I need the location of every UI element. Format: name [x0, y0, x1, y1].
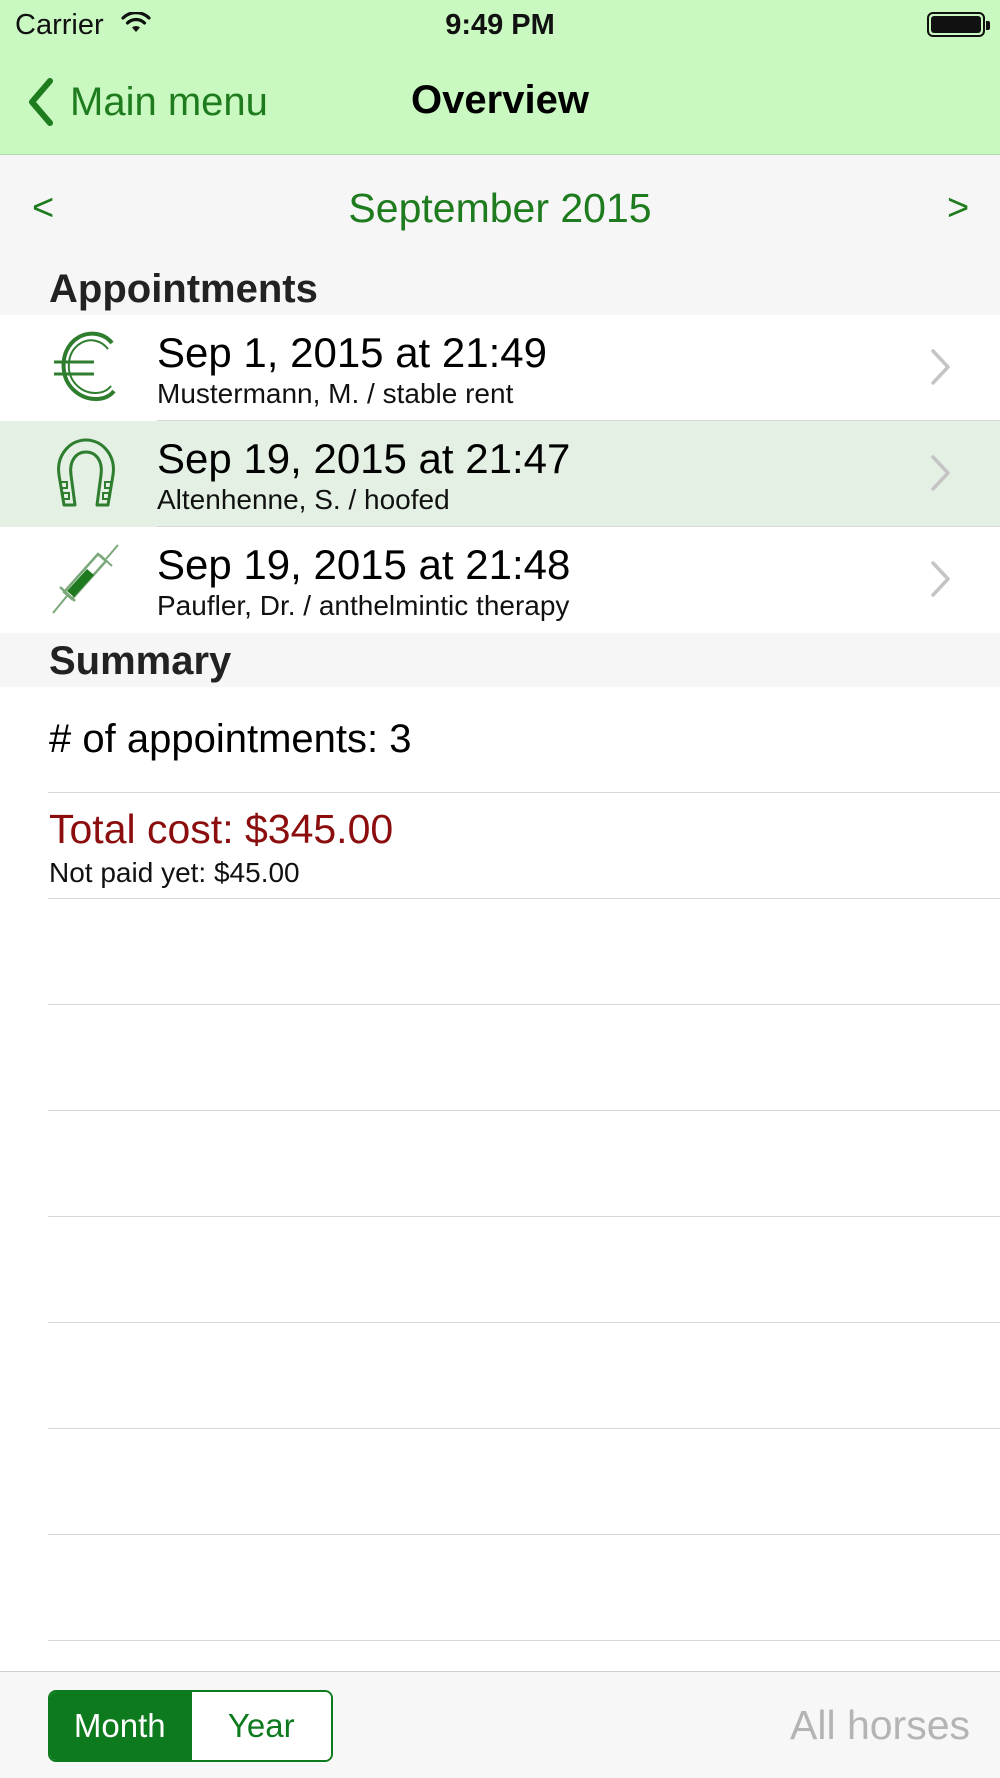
empty-row-divider	[48, 1322, 1000, 1323]
segment-month[interactable]: Month	[50, 1692, 190, 1760]
appointment-subtitle: Mustermann, M. / stable rent	[157, 378, 514, 409]
empty-row-divider	[48, 1640, 1000, 1641]
appointments-header-label: Appointments	[49, 267, 318, 311]
empty-row-divider	[48, 1428, 1000, 1429]
appointment-title: Sep 19, 2015 at 21:47	[157, 435, 571, 482]
empty-row-divider	[48, 1216, 1000, 1217]
top-bar: Carrier 9:49 PM Main menu Overview	[0, 0, 1000, 155]
appointment-row[interactable]: Sep 19, 2015 at 21:48 Paufler, Dr. / ant…	[0, 527, 1000, 633]
empty-row-divider	[48, 1004, 1000, 1005]
navigation-bar: Main menu Overview	[0, 50, 1000, 154]
segment-year[interactable]: Year	[189, 1692, 331, 1760]
current-month-label: September 2015	[348, 185, 652, 231]
bottom-toolbar: Month Year All horses	[0, 1671, 1000, 1778]
status-bar: Carrier 9:49 PM	[0, 0, 1000, 50]
empty-row-divider	[48, 1534, 1000, 1535]
horseshoe-icon	[57, 438, 115, 507]
month-selector: < September 2015 >	[0, 155, 1000, 261]
disclosure-chevron-icon	[931, 561, 950, 597]
disclosure-chevron-icon	[931, 349, 950, 385]
total-cost: Total cost: $345.00	[49, 806, 394, 852]
next-month-button[interactable]: >	[947, 187, 969, 230]
appointment-subtitle: Altenhenne, S. / hoofed	[157, 484, 450, 515]
all-horses-button[interactable]: All horses	[790, 1702, 970, 1749]
appointments-section-header: Appointments	[0, 261, 1000, 315]
unpaid-amount: Not paid yet: $45.00	[49, 857, 300, 888]
appointment-count: # of appointments: 3	[49, 717, 412, 761]
summary-section-header: Summary	[0, 633, 1000, 687]
disclosure-chevron-icon	[931, 455, 950, 491]
appointment-subtitle: Paufler, Dr. / anthelmintic therapy	[157, 590, 570, 621]
row-divider	[48, 792, 1000, 793]
status-time: 9:49 PM	[445, 9, 555, 41]
appointment-row[interactable]: Sep 1, 2015 at 21:49 Mustermann, M. / st…	[0, 315, 1000, 421]
appointment-title: Sep 19, 2015 at 21:48	[157, 541, 571, 588]
appointment-title: Sep 1, 2015 at 21:49	[157, 329, 547, 376]
row-divider	[48, 898, 1000, 899]
battery-icon	[927, 12, 990, 37]
appointment-row-selected[interactable]: Sep 19, 2015 at 21:47 Altenhenne, S. / h…	[0, 421, 1000, 527]
empty-row-divider	[48, 1110, 1000, 1111]
syringe-icon	[52, 544, 119, 614]
summary-header-label: Summary	[49, 639, 232, 683]
euro-icon	[54, 331, 116, 402]
period-segmented-control: Month Year	[48, 1690, 333, 1762]
page-title: Overview	[411, 78, 589, 122]
